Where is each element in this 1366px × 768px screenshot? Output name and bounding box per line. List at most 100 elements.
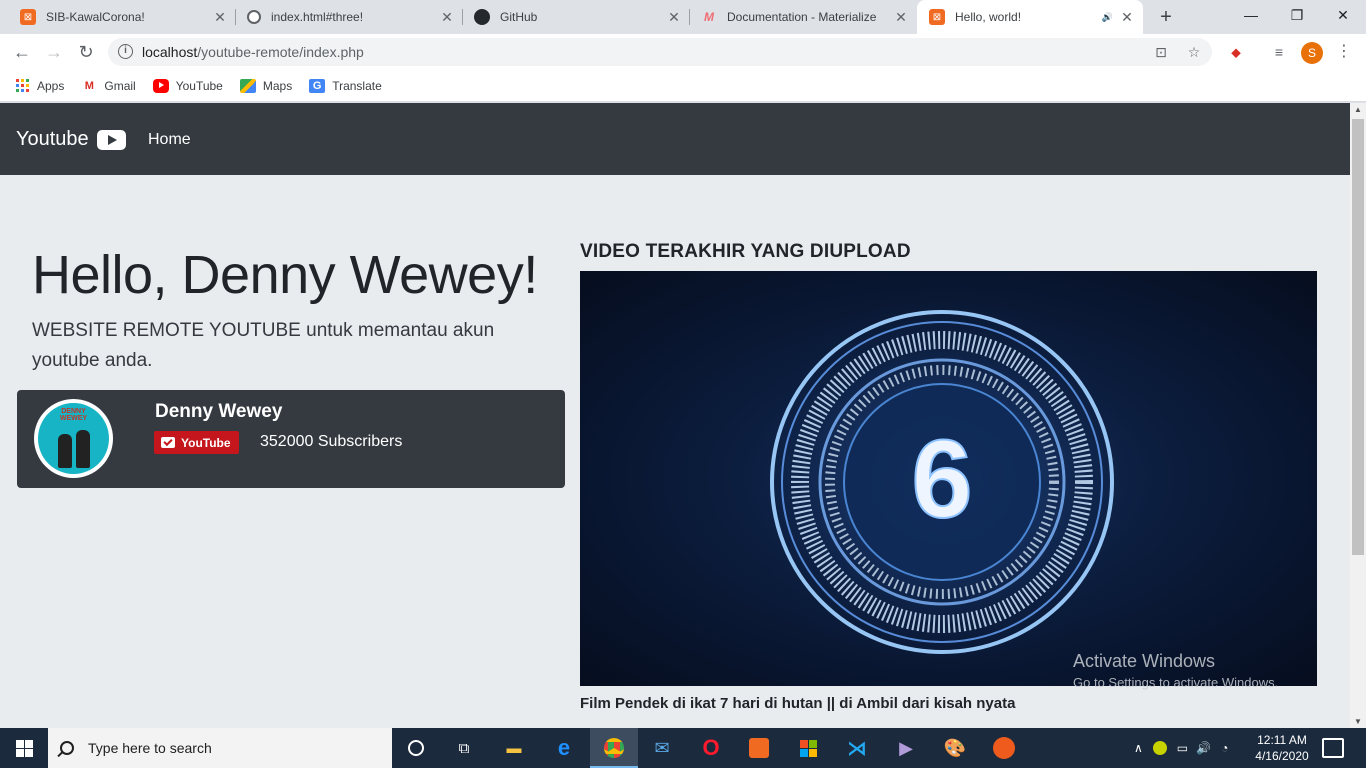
reload-icon[interactable]: ↻	[74, 40, 98, 64]
start-button[interactable]	[0, 728, 48, 768]
new-tab-button[interactable]: +	[1154, 5, 1178, 29]
page-title: Hello, Denny Wewey!	[32, 245, 538, 305]
scroll-up-icon[interactable]: ▲	[1354, 105, 1362, 114]
youtube-icon	[152, 78, 169, 93]
opera-icon[interactable]: O	[699, 735, 723, 760]
page-scrollbar[interactable]: ▲ ▼	[1350, 103, 1366, 728]
xampp-taskbar-icon[interactable]	[747, 736, 771, 760]
window-controls: — ❐ ✕	[1228, 0, 1366, 34]
edge-icon[interactable]: e	[552, 735, 576, 760]
video-player[interactable]: 6	[580, 271, 1317, 686]
tab-strip: ⊠ SIB-KawalCorona! ✕ index.html#three! ✕…	[0, 0, 1366, 34]
speaker-icon[interactable]: 🔊	[1102, 12, 1113, 23]
bookmark-youtube[interactable]: YouTube	[152, 78, 223, 93]
notification-icon[interactable]	[1322, 738, 1344, 758]
tab-github[interactable]: GitHub ✕	[454, 0, 690, 34]
info-icon[interactable]: i	[118, 44, 133, 59]
subscribe-label: YouTube	[181, 435, 231, 450]
minimize-icon[interactable]: —	[1228, 0, 1274, 30]
bookmark-label: Translate	[332, 78, 382, 93]
close-icon[interactable]: ✕	[666, 9, 682, 26]
tab-materialize[interactable]: M Documentation - Materialize ✕	[681, 0, 917, 34]
activate-windows-watermark: Activate Windows Go to Settings to activ…	[1073, 651, 1278, 690]
taskbar-clock[interactable]: 12:11 AM 4/16/2020	[1252, 732, 1312, 764]
back-icon[interactable]: ←	[10, 40, 34, 64]
windows-logo-icon	[15, 739, 33, 757]
taskbar-search-box[interactable]: Type here to search	[48, 728, 392, 768]
clock-date: 4/16/2020	[1255, 749, 1309, 763]
apps-grid-icon	[14, 79, 30, 93]
tab-title: Documentation - Materialize	[727, 10, 877, 24]
url-host: localhost	[142, 44, 198, 60]
bookmark-apps[interactable]: Apps	[14, 79, 64, 93]
countdown-number: 6	[911, 418, 972, 541]
bookmark-maps[interactable]: Maps	[239, 78, 293, 93]
translate-icon[interactable]: ⊡	[1152, 43, 1170, 61]
youtube-subscribe-button[interactable]: YouTube	[154, 431, 239, 454]
battery-icon[interactable]: ▭	[1177, 741, 1188, 755]
channel-card: DENNY WEWEY Denny Wewey YouTube 352000 Su…	[17, 390, 565, 488]
tab-title: index.html#three!	[271, 10, 364, 24]
video-title[interactable]: Film Pendek di ikat 7 hari di hutan || d…	[580, 695, 1015, 712]
profile-avatar[interactable]: S	[1301, 42, 1323, 64]
materialize-icon: M	[704, 10, 714, 24]
scroll-down-icon[interactable]: ▼	[1354, 717, 1362, 726]
avatar: DENNY WEWEY	[34, 399, 113, 478]
url-text[interactable]: localhost/youtube-remote/index.php	[142, 44, 364, 60]
watermark-line: Go to Settings to activate Windows.	[1073, 675, 1279, 690]
tab-index-html[interactable]: index.html#three! ✕	[227, 0, 463, 34]
volume-icon[interactable]: 🔊	[1196, 741, 1211, 755]
video-editor-icon[interactable]: ▶	[894, 736, 918, 760]
wifi-icon[interactable]: ◔	[1221, 741, 1228, 755]
close-icon[interactable]: ✕	[212, 9, 228, 26]
bookmark-label: Maps	[262, 78, 293, 93]
tray-app-icon[interactable]	[1152, 741, 1167, 755]
close-window-icon[interactable]: ✕	[1320, 0, 1366, 30]
cortana-icon[interactable]	[404, 736, 428, 760]
search-placeholder: Type here to search	[88, 740, 212, 756]
tab-hello-world[interactable]: ⊠ Hello, world! 🔊 ✕	[917, 0, 1143, 34]
mail-icon[interactable]: ✉	[650, 736, 674, 760]
store-icon[interactable]	[796, 736, 820, 760]
tab-title: Hello, world!	[955, 10, 1022, 24]
gmail-icon: M	[84, 79, 94, 92]
video-section-heading: VIDEO TERAKHIR YANG DIUPLOAD	[580, 241, 911, 262]
nav-link-home[interactable]: Home	[148, 131, 191, 149]
file-explorer-icon[interactable]: ▬	[502, 736, 526, 760]
bookmark-label: YouTube	[175, 78, 223, 93]
close-icon[interactable]: ✕	[1119, 9, 1135, 26]
lead-text: WEBSITE REMOTE YOUTUBE untuk memantau ak…	[32, 320, 495, 371]
chrome-icon[interactable]	[602, 736, 626, 760]
star-icon[interactable]: ☆	[1185, 43, 1203, 61]
globe-icon	[247, 10, 261, 24]
subscriber-count: 352000 Subscribers	[260, 433, 403, 450]
maximize-icon[interactable]: ❐	[1274, 0, 1320, 30]
countdown-thumbnail: 6	[742, 282, 1142, 682]
windows-taskbar: Type here to search ⧉ ▬ e ✉ O ⋊ ▶ 🎨 ∧ ▭ …	[0, 728, 1366, 768]
bookmarks-bar: Apps M Gmail YouTube Maps G Translate	[0, 70, 1366, 102]
media-control-icon[interactable]: ≡	[1267, 40, 1291, 64]
navbar-brand[interactable]: Youtube	[16, 128, 126, 151]
tab-sib-kawalcorona[interactable]: ⊠ SIB-KawalCorona! ✕	[0, 0, 236, 34]
forward-icon[interactable]: →	[42, 40, 66, 64]
vscode-icon[interactable]: ⋊	[845, 736, 869, 760]
watermark-line: Activate Windows	[1073, 651, 1216, 671]
chevron-up-icon[interactable]: ∧	[1134, 741, 1143, 755]
address-bar[interactable]: i localhost/youtube-remote/index.php ⊡ ☆	[108, 38, 1212, 66]
close-icon[interactable]: ✕	[439, 9, 455, 26]
close-icon[interactable]: ✕	[893, 9, 909, 26]
bookmark-label: Apps	[37, 78, 65, 93]
brand-text: Youtube	[16, 128, 89, 150]
system-tray: ∧ ▭ 🔊 ◔	[1134, 728, 1228, 768]
tab-title: GitHub	[500, 10, 538, 24]
paint-icon[interactable]: 🎨	[943, 736, 967, 760]
bookmark-gmail[interactable]: M Gmail	[81, 79, 136, 93]
xampp-icon: ⊠	[20, 9, 36, 25]
check-icon	[161, 437, 175, 448]
extension-icon[interactable]: ⬥	[1224, 40, 1248, 64]
task-view-icon[interactable]: ⧉	[452, 736, 476, 760]
sublime-icon[interactable]	[992, 736, 1016, 760]
scrollbar-thumb[interactable]	[1352, 119, 1364, 555]
bookmark-translate[interactable]: G Translate	[309, 78, 382, 93]
menu-icon[interactable]: ⋮	[1332, 40, 1356, 64]
